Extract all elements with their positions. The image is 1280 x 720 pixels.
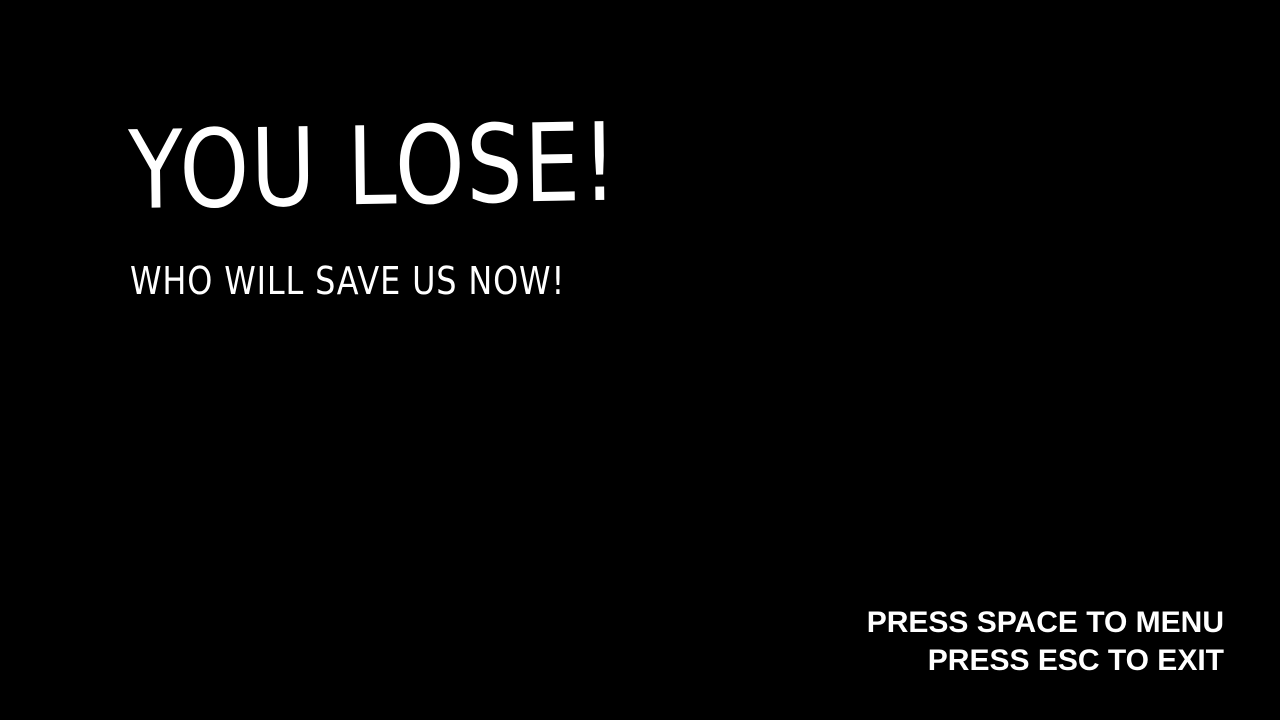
lose-title: YOU LOSE!: [127, 100, 620, 234]
lose-subtitle: WHO WILL SAVE US NOW!: [130, 259, 566, 303]
game-over-screen: YOU LOSE! WHO WILL SAVE US NOW! PRESS SP…: [0, 0, 1280, 720]
controls-hint: PRESS SPACE TO MENU PRESS ESC TO EXIT: [867, 604, 1224, 680]
menu-prompt: PRESS SPACE TO MENU: [866, 606, 1224, 639]
exit-prompt: PRESS ESC TO EXIT: [927, 644, 1224, 677]
